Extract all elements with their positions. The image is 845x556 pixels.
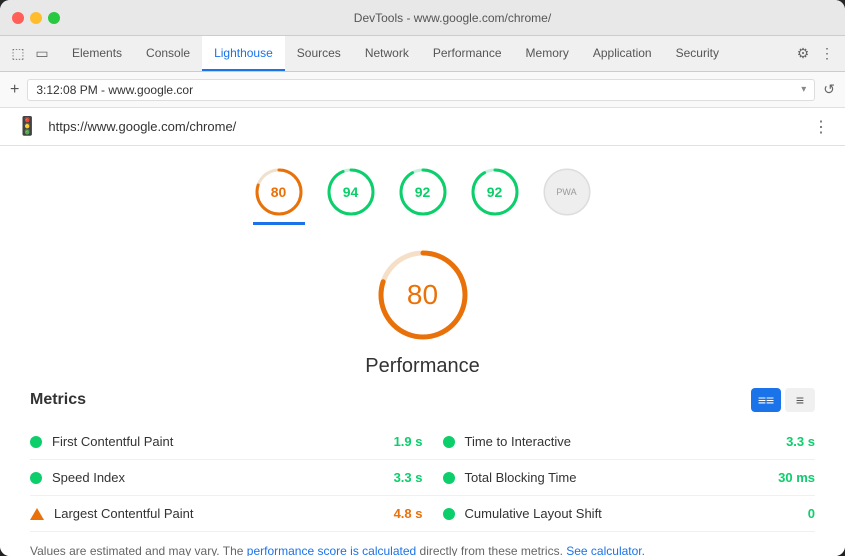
settings-icon[interactable]: ⚙ <box>793 44 813 64</box>
score-circles-row: 80 94 <box>0 146 845 225</box>
metric-speed-index: Speed Index 3.3 s <box>30 460 423 496</box>
score-80-label: 80 <box>271 184 287 200</box>
device-icon[interactable]: ▭ <box>32 44 52 64</box>
score-92b-label: 92 <box>487 184 503 200</box>
score-94-label: 94 <box>343 184 359 200</box>
devtools-tab-icons: ⬚ ▭ <box>0 36 60 71</box>
lighthouse-menu-icon[interactable]: ⋮ <box>813 117 829 137</box>
content-area: 🚦 https://www.google.com/chrome/ ⋮ 80 <box>0 108 845 556</box>
metric-name-tti: Time to Interactive <box>465 434 777 449</box>
lighthouse-url-bar: 🚦 https://www.google.com/chrome/ ⋮ <box>0 108 845 146</box>
window-title: DevTools - www.google.com/chrome/ <box>72 11 833 25</box>
performance-title: Performance <box>365 355 480 378</box>
metrics-title: Metrics <box>30 391 86 409</box>
footer-link-1[interactable]: performance score is calculated <box>247 544 416 556</box>
footer-text-2: directly from these metrics. <box>416 544 566 556</box>
footer-link-2[interactable]: See calculator. <box>566 544 645 556</box>
score-circle-94: 94 <box>325 166 377 218</box>
tab-elements[interactable]: Elements <box>60 36 134 71</box>
metric-indicator-si <box>30 472 42 484</box>
lighthouse-url-text: https://www.google.com/chrome/ <box>48 119 803 134</box>
metric-name-si: Speed Index <box>52 470 384 485</box>
devtools-tabs-list: Elements Console Lighthouse Sources Netw… <box>60 36 785 71</box>
score-circle-performance[interactable]: 80 <box>253 166 305 225</box>
metric-time-to-interactive: Time to Interactive 3.3 s <box>423 424 816 460</box>
metrics-footer: Values are estimated and may vary. The p… <box>0 532 845 556</box>
add-tab-icon[interactable]: + <box>10 81 19 99</box>
devtools-tabs-bar: ⬚ ▭ Elements Console Lighthouse Sources … <box>0 36 845 72</box>
tab-performance[interactable]: Performance <box>421 36 514 71</box>
metric-value-fcp: 1.9 s <box>394 434 423 449</box>
metrics-view-toggle: ≡≡ ≡ <box>751 388 815 412</box>
traffic-lights <box>12 12 60 24</box>
tab-console[interactable]: Console <box>134 36 202 71</box>
metric-total-blocking-time: Total Blocking Time 30 ms <box>423 460 816 496</box>
metric-cumulative-layout-shift: Cumulative Layout Shift 0 <box>423 496 816 532</box>
metric-name-fcp: First Contentful Paint <box>52 434 384 449</box>
score-circle-bestpractices[interactable]: 92 <box>397 166 449 225</box>
metrics-list-view-button[interactable]: ≡ <box>785 388 815 412</box>
metric-value-tbt: 30 ms <box>778 470 815 485</box>
metric-value-cls: 0 <box>808 506 815 521</box>
address-text: 3:12:08 PM - www.google.cor <box>36 83 797 97</box>
lighthouse-icon: 🚦 <box>16 116 38 137</box>
score-circle-80: 80 <box>253 166 305 218</box>
metrics-section: Metrics ≡≡ ≡ First Contentful Paint 1.9 … <box>0 388 845 532</box>
metric-name-tbt: Total Blocking Time <box>465 470 769 485</box>
metric-indicator-cls <box>443 508 455 520</box>
metric-indicator-tti <box>443 436 455 448</box>
score-circle-pwa[interactable]: PWA <box>541 166 593 225</box>
score-circle-92b: 92 <box>469 166 521 218</box>
metrics-grid: First Contentful Paint 1.9 s Time to Int… <box>30 424 815 532</box>
metric-name-lcp: Largest Contentful Paint <box>54 506 384 521</box>
tab-network[interactable]: Network <box>353 36 421 71</box>
score-pwa-label: PWA <box>556 187 576 197</box>
address-bar: + 3:12:08 PM - www.google.cor ▾ ↺ <box>0 72 845 108</box>
more-icon[interactable]: ⋮ <box>817 44 837 64</box>
tab-sources[interactable]: Sources <box>285 36 353 71</box>
performance-main: 80 Performance <box>0 225 845 388</box>
tab-security[interactable]: Security <box>664 36 731 71</box>
score-92a-label: 92 <box>415 184 431 200</box>
reload-icon[interactable]: ↺ <box>823 81 835 98</box>
metrics-header: Metrics ≡≡ ≡ <box>30 388 815 412</box>
performance-score-value: 80 <box>407 279 438 311</box>
address-input-container[interactable]: 3:12:08 PM - www.google.cor ▾ <box>27 79 815 101</box>
footer-text-1: Values are estimated and may vary. The <box>30 544 247 556</box>
metric-indicator-lcp <box>30 508 44 520</box>
traffic-light-yellow[interactable] <box>30 12 42 24</box>
metric-indicator-tbt <box>443 472 455 484</box>
metric-indicator-fcp <box>30 436 42 448</box>
browser-window: DevTools - www.google.com/chrome/ ⬚ ▭ El… <box>0 0 845 556</box>
cursor-icon[interactable]: ⬚ <box>8 44 28 64</box>
traffic-light-red[interactable] <box>12 12 24 24</box>
metrics-grid-view-button[interactable]: ≡≡ <box>751 388 781 412</box>
metric-value-lcp: 4.8 s <box>394 506 423 521</box>
tab-application[interactable]: Application <box>581 36 664 71</box>
devtools-tab-actions: ⚙ ⋮ <box>785 36 845 71</box>
score-circle-accessibility[interactable]: 94 <box>325 166 377 225</box>
title-bar: DevTools - www.google.com/chrome/ <box>0 0 845 36</box>
tab-memory[interactable]: Memory <box>514 36 581 71</box>
score-circle-seo[interactable]: 92 <box>469 166 521 225</box>
score-circle-pwa: PWA <box>541 166 593 218</box>
metric-value-tti: 3.3 s <box>786 434 815 449</box>
performance-score-circle: 80 <box>373 245 473 345</box>
metric-value-si: 3.3 s <box>394 470 423 485</box>
traffic-light-green[interactable] <box>48 12 60 24</box>
metric-first-contentful-paint: First Contentful Paint 1.9 s <box>30 424 423 460</box>
tab-lighthouse[interactable]: Lighthouse <box>202 36 285 71</box>
score-circle-92a: 92 <box>397 166 449 218</box>
metric-largest-contentful-paint: Largest Contentful Paint 4.8 s <box>30 496 423 532</box>
address-chevron-icon: ▾ <box>801 84 806 95</box>
metric-name-cls: Cumulative Layout Shift <box>465 506 798 521</box>
